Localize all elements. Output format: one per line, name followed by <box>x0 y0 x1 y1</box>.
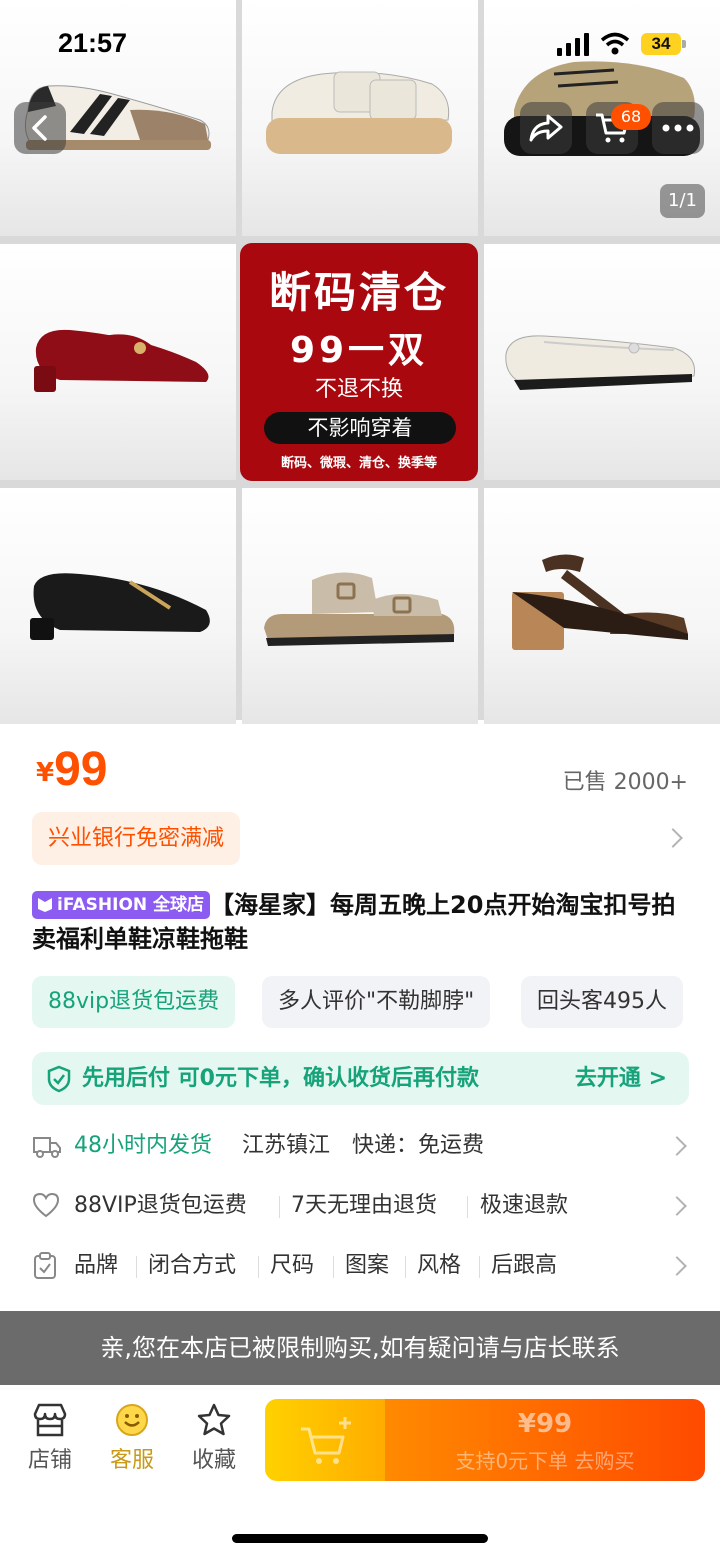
shoe-image-velcro-platform <box>242 0 478 236</box>
shipping-fee: 快递：免运费 <box>352 1133 485 1158</box>
ship-origin: 江苏镇江 <box>242 1133 331 1158</box>
param-closure: 闭合方式 <box>148 1253 237 1278</box>
truck-icon <box>33 1137 61 1158</box>
product-image-gallery[interactable]: 断码清仓 99一双 不退不换 不影响穿着 断码、微瑕、清仓、换季等 21:57 … <box>0 0 720 724</box>
more-dots-icon <box>662 124 694 132</box>
share-icon <box>529 114 563 142</box>
chevron-left-icon <box>32 115 47 141</box>
chevron-right-icon <box>667 1196 687 1216</box>
divider <box>405 1256 406 1278</box>
tag-88vip-free-return[interactable]: 88vip退货包运费 <box>32 976 236 1028</box>
divider <box>136 1256 137 1278</box>
heart-icon <box>32 1192 60 1218</box>
param-brand: 品牌 <box>74 1253 119 1278</box>
star-icon <box>197 1403 231 1436</box>
more-button[interactable] <box>652 102 704 154</box>
favorite-button[interactable]: 收藏 <box>182 1402 246 1474</box>
shop-label: 店铺 <box>27 1448 72 1473</box>
clipboard-icon <box>34 1252 56 1279</box>
buy-now-button[interactable]: ¥99 支持0元下单 去购买 <box>385 1399 705 1481</box>
param-style: 风格 <box>417 1253 462 1278</box>
buy-price: ¥99 <box>517 1409 573 1439</box>
bank-promo-tag[interactable]: 兴业银行免密满减 <box>32 812 241 865</box>
divider <box>258 1256 259 1278</box>
shield-check-icon <box>47 1065 71 1093</box>
shoe-image-red-mary-jane <box>0 244 236 480</box>
buy-subtitle: 支持0元下单 去购买 <box>455 1449 635 1473</box>
chevron-right-icon <box>667 1136 687 1156</box>
ifashion-badge-label: iFASHION 全球店 <box>57 895 205 915</box>
cellular-signal-icon <box>557 33 589 56</box>
service-item-7day-return: 7天无理由退货 <box>291 1193 437 1218</box>
ifashion-badge: iFASHION 全球店 <box>32 891 211 919</box>
tag-review-highlight[interactable]: 多人评价"不勒脚脖" <box>262 976 491 1028</box>
promo-price-line: 99一双 <box>289 330 429 371</box>
service-item-88vip-return: 88VIP退货包运费 <box>74 1193 247 1218</box>
image-counter: 1/1 <box>660 184 705 218</box>
shoe-image-block-heel-sandal <box>484 488 720 724</box>
home-indicator <box>232 1534 488 1543</box>
param-pattern: 图案 <box>345 1253 390 1278</box>
store-icon <box>33 1403 67 1437</box>
share-button[interactable] <box>520 102 572 154</box>
battery-tip <box>682 40 686 48</box>
add-cart-icon <box>301 1417 351 1464</box>
divider <box>479 1256 480 1278</box>
shoe-image-white-ballet-flat <box>484 244 720 480</box>
clearance-promo-banner: 断码清仓 99一双 不退不换 不影响穿着 断码、微瑕、清仓、换季等 <box>240 243 478 481</box>
favorite-label: 收藏 <box>191 1448 236 1473</box>
cart-count-badge: 68 <box>611 104 651 130</box>
promo-headline: 断码清仓 <box>268 268 449 317</box>
tag-returning-customers[interactable]: 回头客495人 <box>521 976 683 1028</box>
customer-service-button[interactable]: 客服 <box>100 1402 164 1474</box>
param-heel-height: 后跟高 <box>491 1253 558 1278</box>
pay-later-banner[interactable]: 先用后付 可0元下单，确认收货后再付款 去开通 > <box>32 1052 689 1105</box>
price-value: 99 <box>54 743 108 796</box>
shop-button[interactable]: 店铺 <box>18 1402 82 1474</box>
dispatch-time: 48小时内发货 <box>74 1133 212 1158</box>
product-price: ¥99 <box>36 742 107 797</box>
product-title: iFASHION 全球店 【海星家】每周五晚上20点开始淘宝扣号拍卖福利单鞋凉鞋… <box>32 888 692 956</box>
shoe-image-suede-slide <box>242 488 478 724</box>
wifi-icon <box>600 32 630 55</box>
status-time: 21:57 <box>58 28 128 58</box>
pay-later-text: 先用后付 可0元下单，确认收货后再付款 <box>82 1066 479 1091</box>
back-button[interactable] <box>14 102 66 154</box>
promo-policy: 不退不换 <box>314 377 403 402</box>
customer-service-icon <box>116 1404 148 1436</box>
divider <box>279 1196 280 1218</box>
chevron-right-icon <box>667 1256 687 1276</box>
shipping-row[interactable]: 48小时内发货 江苏镇江 快递：免运费 <box>32 1126 692 1166</box>
pay-later-activate-link[interactable]: 去开通 > <box>575 1052 667 1105</box>
param-size: 尺码 <box>270 1253 315 1278</box>
sold-count: 已售 2000+ <box>562 770 688 795</box>
chevron-right-icon[interactable] <box>663 828 683 848</box>
promo-reasons: 断码、微瑕、清仓、换季等 <box>280 456 437 471</box>
purchase-bar: ¥99 支持0元下单 去购买 <box>265 1399 705 1481</box>
divider <box>333 1256 334 1278</box>
promo-note: 不影响穿着 <box>264 412 456 444</box>
customer-service-label: 客服 <box>109 1448 154 1473</box>
currency-symbol: ¥ <box>36 758 55 788</box>
purchase-restriction-notice: 亲,您在本店已被限制购买,如有疑问请与店长联系 <box>0 1311 720 1385</box>
service-item-fast-refund: 极速退款 <box>480 1193 569 1218</box>
shoe-image-black-loafer <box>0 488 236 724</box>
battery-indicator: 34 <box>641 33 681 55</box>
add-to-cart-button[interactable] <box>265 1399 385 1481</box>
ifashion-logo-icon <box>38 898 52 912</box>
params-row[interactable]: 品牌 闭合方式 尺码 图案 风格 后跟高 <box>32 1246 692 1286</box>
service-row[interactable]: 88VIP退货包运费 7天无理由退货 极速退款 <box>32 1186 692 1226</box>
divider <box>467 1196 468 1218</box>
